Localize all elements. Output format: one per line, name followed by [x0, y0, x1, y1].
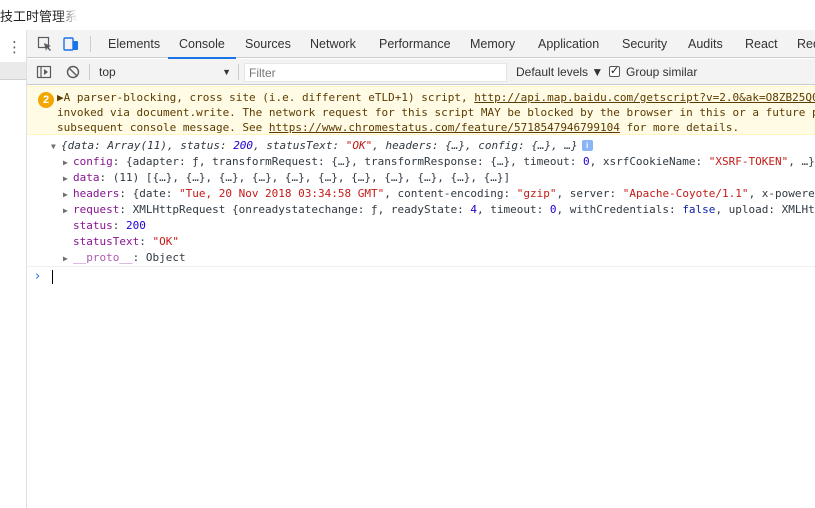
log-property-headers[interactable]: ▶ headers: {date: "Tue, 20 Nov 2018 03:34…: [63, 186, 815, 203]
property-key: statusText: [73, 235, 140, 248]
summary-text: , headers: {…}, config: {…}, …}: [372, 139, 578, 152]
property-boolean: false: [682, 203, 716, 216]
log-property-data[interactable]: ▶ data: (11) [{…}, {…}, {…}, {…}, {…}, {……: [63, 170, 815, 187]
log-property-request[interactable]: ▶ request: XMLHttpRequest {onreadystatech…: [63, 202, 815, 219]
warning-line-3: subsequent console message. See https://…: [57, 120, 739, 135]
console-output: 2 ▶A parser-blocking, cross site (i.e. d…: [27, 86, 815, 508]
toolbar-separator: [238, 64, 239, 80]
window-titlebar: 技工时管理系: [0, 0, 815, 30]
log-levels-dropdown[interactable]: Default levels ▼: [516, 64, 603, 80]
inspect-element-icon[interactable]: [37, 36, 53, 52]
group-similar-label: Group similar: [626, 65, 698, 79]
devtools-tabbar: Elements Console Sources Network Perform…: [27, 30, 815, 59]
property-number: 200: [126, 219, 146, 232]
text-caret: [52, 270, 53, 284]
property-key: __proto__: [73, 251, 133, 264]
property-colon: :: [112, 219, 126, 232]
context-selector[interactable]: top ▼: [99, 64, 231, 80]
expand-triangle-icon[interactable]: ▼: [51, 139, 61, 155]
property-value: , withCredentials:: [556, 203, 683, 216]
property-key: config: [73, 155, 113, 168]
tab-react[interactable]: React: [745, 30, 778, 58]
warning-text: ▶A parser-blocking, cross site (i.e. dif…: [57, 91, 475, 104]
property-value: , xsrfCookieName:: [589, 155, 709, 168]
property-value: , content-encoding:: [384, 187, 517, 200]
property-key: data: [73, 171, 100, 184]
summary-status-text: "OK": [345, 139, 373, 152]
collapse-triangle-icon[interactable]: ▶: [63, 187, 73, 203]
property-number: 0: [582, 155, 590, 168]
warning-line-2: invoked via document.write. The network …: [57, 106, 815, 119]
property-value: : {adapter: ƒ, transformRequest: {…}, tr…: [112, 155, 583, 168]
property-string: "OK": [152, 235, 179, 248]
collapse-triangle-icon[interactable]: ▶: [63, 203, 73, 219]
device-toolbar-icon[interactable]: [63, 36, 79, 52]
console-warning: 2 ▶A parser-blocking, cross site (i.e. d…: [27, 86, 815, 135]
collapse-triangle-icon[interactable]: ▶: [63, 155, 73, 171]
property-value: , server:: [556, 187, 623, 200]
toolbar-separator: [89, 64, 90, 80]
log-object-summary[interactable]: ▼ {data: Array(11), status: 200, statusTe…: [51, 138, 815, 155]
property-value: : Object: [132, 251, 186, 264]
info-icon[interactable]: i: [581, 140, 593, 151]
warning-text: subsequent console message. See: [57, 121, 269, 134]
log-property-config[interactable]: ▶ config: {adapter: ƒ, transformRequest: …: [63, 154, 815, 171]
console-prompt[interactable]: ›: [27, 266, 815, 286]
property-value: , timeout:: [476, 203, 550, 216]
property-value: , upload: XMLHtt: [715, 203, 815, 216]
context-value: top: [99, 65, 116, 79]
tab-console[interactable]: Console: [168, 30, 236, 59]
property-value: , …}: [788, 155, 815, 168]
property-value: : XMLHttpRequest {onreadystatechange: ƒ,…: [119, 203, 471, 216]
summary-text: {data: Array(11), status:: [61, 139, 234, 152]
collapse-triangle-icon[interactable]: ▶: [63, 171, 73, 187]
log-property-statustext: statusText: "OK": [73, 234, 815, 250]
warning-text: for more details.: [619, 121, 740, 134]
tab-memory[interactable]: Memory: [470, 30, 515, 58]
tab-performance[interactable]: Performance: [379, 30, 451, 58]
sidebar-toggle-icon[interactable]: [36, 64, 52, 80]
warning-count-badge: 2: [38, 92, 54, 108]
warning-line-1: ▶A parser-blocking, cross site (i.e. dif…: [57, 90, 815, 105]
tab-application[interactable]: Application: [538, 30, 599, 58]
property-key: request: [73, 203, 120, 216]
property-key: headers: [73, 187, 120, 200]
prompt-chevron-icon: ›: [35, 269, 41, 284]
property-string: "Tue, 20 Nov 2018 03:34:58 GMT": [178, 187, 385, 200]
property-value: : {date:: [119, 187, 179, 200]
log-property-status: status: 200: [73, 218, 815, 234]
left-gutter: ⋮: [0, 30, 27, 508]
dropdown-arrow-icon: ▼: [222, 67, 231, 77]
property-key: status: [73, 219, 113, 232]
summary-status: 200: [233, 139, 254, 152]
filter-input[interactable]: [244, 63, 507, 82]
kebab-menu-icon[interactable]: ⋮: [7, 39, 22, 55]
property-string: "gzip": [516, 187, 557, 200]
collapse-triangle-icon[interactable]: ▶: [63, 251, 73, 267]
property-string: "XSRF-TOKEN": [708, 155, 789, 168]
warning-script-link[interactable]: http://api.map.baidu.com/getscript?v=2.0…: [474, 91, 815, 104]
group-similar-toggle[interactable]: Group similar: [609, 63, 698, 80]
tab-audits[interactable]: Audits: [688, 30, 723, 58]
tab-network[interactable]: Network: [310, 30, 356, 58]
warning-chromestatus-link[interactable]: https://www.chromestatus.com/feature/571…: [269, 121, 620, 134]
gutter-row: [0, 62, 26, 80]
tab-sources[interactable]: Sources: [245, 30, 291, 58]
tabbar-separator: [90, 36, 91, 52]
clear-console-icon[interactable]: [65, 64, 81, 80]
property-value: , x-powered: [748, 187, 815, 200]
property-value: : (11) [{…}, {…}, {…}, {…}, {…}, {…}, {……: [99, 171, 511, 184]
tab-elements[interactable]: Elements: [108, 30, 160, 58]
console-toolbar: top ▼ Default levels ▼ Group similar: [27, 59, 815, 85]
group-similar-checkbox[interactable]: [609, 63, 620, 79]
tab-security[interactable]: Security: [622, 30, 667, 58]
tab-redux[interactable]: Red: [797, 30, 815, 58]
summary-text: , statusText:: [253, 139, 346, 152]
property-colon: :: [139, 235, 153, 248]
title-fade: [58, 0, 78, 30]
log-property-proto[interactable]: ▶ __proto__: Object: [63, 250, 815, 267]
property-number: 4: [470, 203, 477, 216]
property-string: "Apache-Coyote/1.1": [622, 187, 749, 200]
